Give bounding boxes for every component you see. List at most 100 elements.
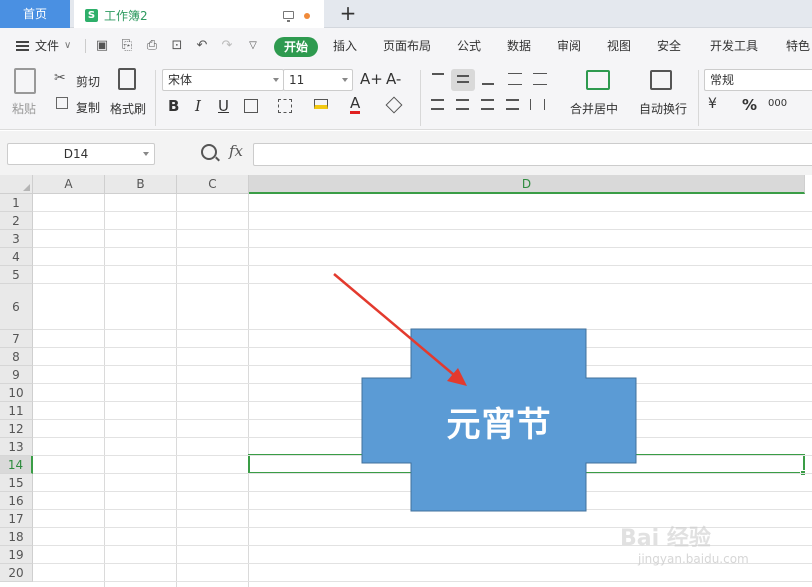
- merge-center-label[interactable]: 合并居中: [570, 100, 618, 117]
- tab-document[interactable]: S 工作簿2: [74, 0, 324, 28]
- tab-home[interactable]: 首页: [0, 0, 70, 28]
- menu-insert[interactable]: 插入: [333, 28, 357, 64]
- menu-features[interactable]: 特色: [786, 28, 810, 64]
- row-header-1[interactable]: 1: [0, 194, 33, 212]
- copy-label[interactable]: 复制: [76, 99, 100, 116]
- italic-button[interactable]: I: [195, 97, 201, 115]
- column-gridline: [248, 194, 249, 587]
- row-header-18[interactable]: 18: [0, 528, 33, 546]
- format-painter-icon[interactable]: [118, 68, 136, 90]
- menu-review[interactable]: 审阅: [557, 28, 581, 64]
- align-top-button[interactable]: [426, 69, 450, 91]
- new-tab-button[interactable]: +: [338, 2, 358, 24]
- format-painter-label[interactable]: 格式刷: [110, 100, 146, 117]
- wrap-text-icon[interactable]: [650, 70, 672, 90]
- copy-icon[interactable]: [56, 97, 68, 109]
- chevron-down-icon[interactable]: ∨: [64, 28, 71, 64]
- merge-center-icon[interactable]: [586, 70, 610, 90]
- watermark-logo: Bai 经验: [620, 526, 711, 551]
- select-all-corner[interactable]: [0, 175, 33, 194]
- row-header-12[interactable]: 12: [0, 420, 33, 438]
- save-icon[interactable]: ▣: [95, 39, 109, 53]
- menu-file[interactable]: 文件: [35, 28, 59, 64]
- column-header-c[interactable]: C: [177, 175, 249, 194]
- row-header-7[interactable]: 7: [0, 330, 33, 348]
- row-header-3[interactable]: 3: [0, 230, 33, 248]
- shape-text[interactable]: 元宵节: [362, 397, 636, 446]
- row-gridline: [33, 509, 812, 510]
- cell-style-icon[interactable]: [278, 99, 292, 113]
- row-header-2[interactable]: 2: [0, 212, 33, 230]
- menu-formulas[interactable]: 公式: [457, 28, 481, 64]
- thousands-separator-button[interactable]: 000: [768, 98, 787, 109]
- increase-indent-button[interactable]: [529, 69, 553, 91]
- currency-icon[interactable]: ¥: [708, 96, 717, 112]
- font-name-select[interactable]: 宋体: [162, 69, 284, 91]
- justify-icon[interactable]: [506, 99, 519, 110]
- paste-icon[interactable]: [14, 68, 36, 94]
- row-header-13[interactable]: 13: [0, 438, 33, 456]
- redo-icon[interactable]: ↷: [220, 39, 234, 53]
- row-header-8[interactable]: 8: [0, 348, 33, 366]
- customize-toolbar-icon[interactable]: ▽: [246, 39, 260, 53]
- menu-data[interactable]: 数据: [507, 28, 531, 64]
- font-size-value: 11: [289, 73, 305, 87]
- export-icon[interactable]: ⎘: [120, 39, 134, 53]
- cut-label[interactable]: 剪切: [76, 73, 100, 90]
- column-header-a[interactable]: A: [33, 175, 105, 194]
- selected-cell-d14[interactable]: [248, 454, 805, 474]
- bold-button[interactable]: B: [168, 97, 179, 115]
- menu-developer[interactable]: 开发工具: [710, 28, 758, 64]
- number-format-value: 常规: [710, 73, 735, 87]
- underline-button[interactable]: U: [218, 97, 229, 115]
- row-header-11[interactable]: 11: [0, 402, 33, 420]
- row-header-20[interactable]: 20: [0, 564, 33, 582]
- row-header-17[interactable]: 17: [0, 510, 33, 528]
- align-left-icon[interactable]: [431, 99, 444, 110]
- row-header-15[interactable]: 15: [0, 474, 33, 492]
- decrease-indent-button[interactable]: [504, 69, 528, 91]
- row-gridline: [33, 247, 812, 248]
- align-center-icon[interactable]: [456, 99, 469, 110]
- menu-security[interactable]: 安全: [657, 28, 681, 64]
- fill-color-icon[interactable]: [314, 99, 328, 109]
- eraser-icon[interactable]: [385, 96, 403, 114]
- shrink-font-button[interactable]: A-: [386, 70, 401, 88]
- insert-function-button[interactable]: fx: [229, 142, 243, 160]
- font-color-icon[interactable]: A: [350, 96, 361, 114]
- distribute-icon[interactable]: [530, 99, 545, 110]
- align-bottom-button[interactable]: [476, 69, 500, 91]
- zoom-formula-icon[interactable]: [201, 144, 217, 160]
- menu-page-layout[interactable]: 页面布局: [383, 28, 431, 64]
- row-header-16[interactable]: 16: [0, 492, 33, 510]
- row-header-19[interactable]: 19: [0, 546, 33, 564]
- row-header-6[interactable]: 6: [0, 284, 33, 330]
- align-right-icon[interactable]: [481, 99, 494, 110]
- row-header-9[interactable]: 9: [0, 366, 33, 384]
- menu-view[interactable]: 视图: [607, 28, 631, 64]
- print-icon[interactable]: ⎙: [145, 39, 159, 53]
- menu-start[interactable]: 开始: [274, 37, 318, 57]
- percent-button[interactable]: %: [742, 96, 757, 114]
- paste-label[interactable]: 粘贴: [12, 100, 36, 117]
- formula-input[interactable]: [253, 143, 812, 166]
- align-middle-button[interactable]: [451, 69, 475, 91]
- menu-bar: 文件 ∨ ▣ ⎘ ⎙ ⊡ ↶ ↷ ▽ 开始 插入 页面布局 公式 数据 审阅 视…: [0, 28, 812, 64]
- row-header-14[interactable]: 14: [0, 456, 33, 474]
- column-header-b[interactable]: B: [105, 175, 177, 194]
- grow-font-button[interactable]: A+: [360, 70, 383, 88]
- row-header-4[interactable]: 4: [0, 248, 33, 266]
- name-box[interactable]: D14: [7, 143, 155, 165]
- row-header-10[interactable]: 10: [0, 384, 33, 402]
- row-header-5[interactable]: 5: [0, 266, 33, 284]
- scissors-icon[interactable]: ✂: [54, 70, 66, 86]
- undo-icon[interactable]: ↶: [195, 39, 209, 53]
- column-header-d[interactable]: D: [249, 175, 805, 194]
- font-size-select[interactable]: 11: [283, 69, 353, 91]
- hamburger-icon[interactable]: [16, 41, 29, 51]
- border-icon[interactable]: [244, 99, 258, 113]
- monitor-icon[interactable]: [283, 11, 294, 22]
- number-format-select[interactable]: 常规: [704, 69, 812, 91]
- wrap-text-label[interactable]: 自动换行: [639, 100, 687, 117]
- print-preview-icon[interactable]: ⊡: [170, 39, 184, 53]
